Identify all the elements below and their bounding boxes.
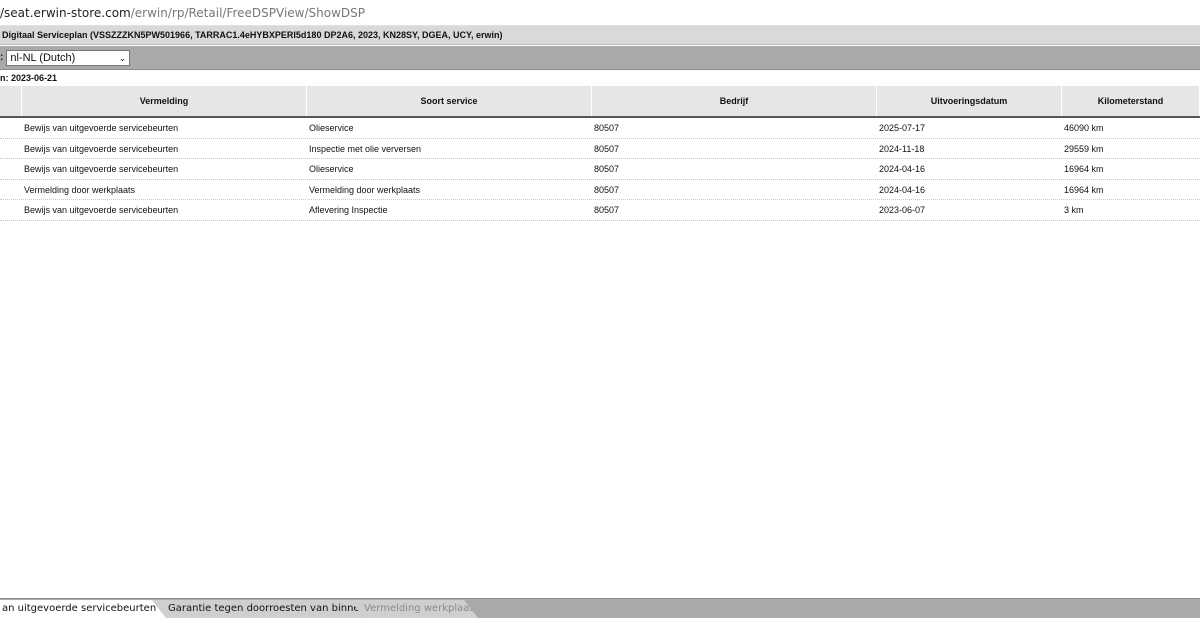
url-path: /erwin/rp/Retail/FreeDSPView/ShowDSP bbox=[130, 6, 366, 20]
cell-uitvoeringsdatum: 2024-04-16 bbox=[879, 184, 926, 195]
cell-bedrijf: 80507 bbox=[594, 164, 620, 174]
cell-bedrijf: 80507 bbox=[594, 184, 620, 195]
row-marker bbox=[0, 159, 22, 179]
cell-bedrijf: 80507 bbox=[594, 205, 620, 215]
language-label: : bbox=[0, 52, 4, 63]
cell-kilometerstand: 16964 km bbox=[1064, 164, 1104, 174]
tab-servicebeurten[interactable]: an uitgevoerde servicebeurten (OT) bbox=[0, 600, 166, 618]
page-title: Digitaal Serviceplan (VSSZZZKN5PW501966,… bbox=[0, 26, 1200, 45]
cell-vermelding: Bewijs van uitgevoerde servicebeurten bbox=[24, 143, 179, 154]
language-select[interactable]: nl-NL (Dutch) ⌄ bbox=[6, 49, 131, 66]
chevron-down-icon: ⌄ bbox=[118, 52, 127, 63]
table-header-row: Vermelding Soort service Bedrijf Uitvoer… bbox=[0, 86, 1200, 118]
bottom-tab-bar: Vermelding werkplaats Garantie tegen doo… bbox=[0, 598, 1200, 618]
cell-kilometerstand: 29559 km bbox=[1064, 143, 1104, 154]
cell-kilometerstand: 16964 km bbox=[1064, 184, 1104, 195]
header-kilometerstand[interactable]: Kilometerstand bbox=[1062, 86, 1200, 116]
table-row[interactable]: Bewijs van uitgevoerde servicebeurten Ol… bbox=[0, 118, 1200, 139]
address-bar[interactable]: /seat.erwin-store.com/erwin/rp/Retail/Fr… bbox=[0, 0, 1200, 26]
cell-bedrijf: 80507 bbox=[594, 143, 620, 154]
row-marker bbox=[0, 200, 22, 220]
row-marker bbox=[0, 139, 22, 159]
date-line: n: 2023-06-21 bbox=[0, 73, 58, 83]
table-row[interactable]: Bewijs van uitgevoerde servicebeurten Ol… bbox=[0, 159, 1200, 180]
tab-vermelding-werkplaats[interactable]: Vermelding werkplaats bbox=[350, 600, 478, 618]
cell-soort-service: Vermelding door werkplaats bbox=[309, 184, 421, 195]
cell-soort-service: Olieservice bbox=[309, 123, 354, 133]
row-marker bbox=[0, 118, 22, 138]
row-marker bbox=[0, 180, 22, 200]
cell-uitvoeringsdatum: 2024-04-16 bbox=[879, 164, 926, 174]
table-row[interactable]: Bewijs van uitgevoerde servicebeurten Af… bbox=[0, 200, 1200, 221]
cell-kilometerstand: 46090 km bbox=[1064, 123, 1104, 133]
table-row[interactable]: Bewijs van uitgevoerde servicebeurten In… bbox=[0, 139, 1200, 159]
cell-uitvoeringsdatum: 2025-07-17 bbox=[879, 123, 926, 133]
cell-uitvoeringsdatum: 2023-06-07 bbox=[879, 205, 926, 215]
cell-soort-service: Inspectie met olie verversen bbox=[309, 143, 422, 154]
language-selected-value: nl-NL (Dutch) bbox=[10, 51, 76, 64]
header-uitvoeringsdatum[interactable]: Uitvoeringsdatum bbox=[877, 86, 1062, 116]
cell-vermelding: Bewijs van uitgevoerde servicebeurten bbox=[24, 123, 179, 133]
cell-vermelding: Bewijs van uitgevoerde servicebeurten bbox=[24, 164, 179, 174]
cell-soort-service: Olieservice bbox=[309, 164, 354, 174]
cell-vermelding: Vermelding door werkplaats bbox=[24, 184, 136, 195]
tab-garantie-doorroesten[interactable]: Garantie tegen doorroesten van binnenuit bbox=[152, 600, 364, 618]
cell-bedrijf: 80507 bbox=[594, 123, 620, 133]
header-blank bbox=[0, 86, 22, 116]
header-soort-service[interactable]: Soort service bbox=[307, 86, 592, 116]
url-host: /seat.erwin-store.com bbox=[0, 6, 131, 20]
language-bar: : nl-NL (Dutch) ⌄ bbox=[0, 46, 1200, 70]
service-table: Vermelding Soort service Bedrijf Uitvoer… bbox=[0, 86, 1200, 221]
cell-vermelding: Bewijs van uitgevoerde servicebeurten bbox=[24, 205, 179, 215]
cell-uitvoeringsdatum: 2024-11-18 bbox=[879, 143, 925, 154]
header-bedrijf[interactable]: Bedrijf bbox=[592, 86, 877, 116]
table-row[interactable]: Vermelding door werkplaats Vermelding do… bbox=[0, 180, 1200, 200]
cell-soort-service: Aflevering Inspectie bbox=[309, 205, 388, 215]
header-vermelding[interactable]: Vermelding bbox=[22, 86, 307, 116]
cell-kilometerstand: 3 km bbox=[1064, 205, 1084, 215]
